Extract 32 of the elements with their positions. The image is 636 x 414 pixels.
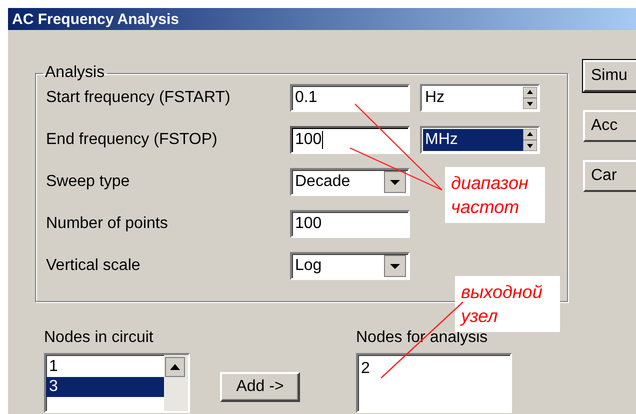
field-label: End frequency (FSTOP) (46, 131, 218, 149)
group-title: Analysis (44, 64, 106, 82)
list-item[interactable]: 3 (46, 377, 164, 397)
list-label: Nodes for analysis (356, 329, 489, 347)
list-item[interactable]: 2 (361, 359, 507, 379)
dialog-button[interactable]: Acc (583, 110, 636, 142)
dropdown[interactable]: Log (290, 252, 410, 280)
input-field[interactable]: 0.1 (290, 84, 410, 112)
dialog-button[interactable]: Car (583, 160, 636, 192)
spin-down-icon[interactable] (523, 98, 537, 109)
input-field[interactable]: 100 (290, 210, 410, 238)
list-label: Nodes in circuit (44, 329, 154, 347)
spin-up-icon[interactable] (523, 129, 537, 140)
field-label: Number of points (46, 215, 169, 233)
dropdown[interactable]: Decade (290, 168, 410, 196)
unit-spinner[interactable]: Hz (420, 84, 540, 112)
spin-down-icon[interactable] (523, 140, 537, 151)
unit-value: Hz (424, 88, 446, 108)
scroll-up-icon[interactable] (165, 357, 185, 377)
spin-up-icon[interactable] (523, 87, 537, 98)
unit-value: MHz (423, 129, 523, 151)
field-label: Vertical scale (46, 257, 142, 275)
list-item[interactable]: 1 (46, 357, 164, 377)
window-title: AC Frequency Analysis (12, 10, 179, 28)
input-field[interactable]: 100 (290, 126, 410, 154)
annotation-note: выходной узел (455, 276, 560, 332)
unit-spinner[interactable]: MHz (420, 126, 540, 154)
dialog-button[interactable]: Simu (583, 60, 636, 92)
field-label: Start frequency (FSTART) (46, 89, 232, 107)
field-label: Sweep type (46, 173, 131, 191)
add-button[interactable]: Add -> (220, 372, 300, 402)
annotation-note: диапазон частот (445, 167, 545, 223)
